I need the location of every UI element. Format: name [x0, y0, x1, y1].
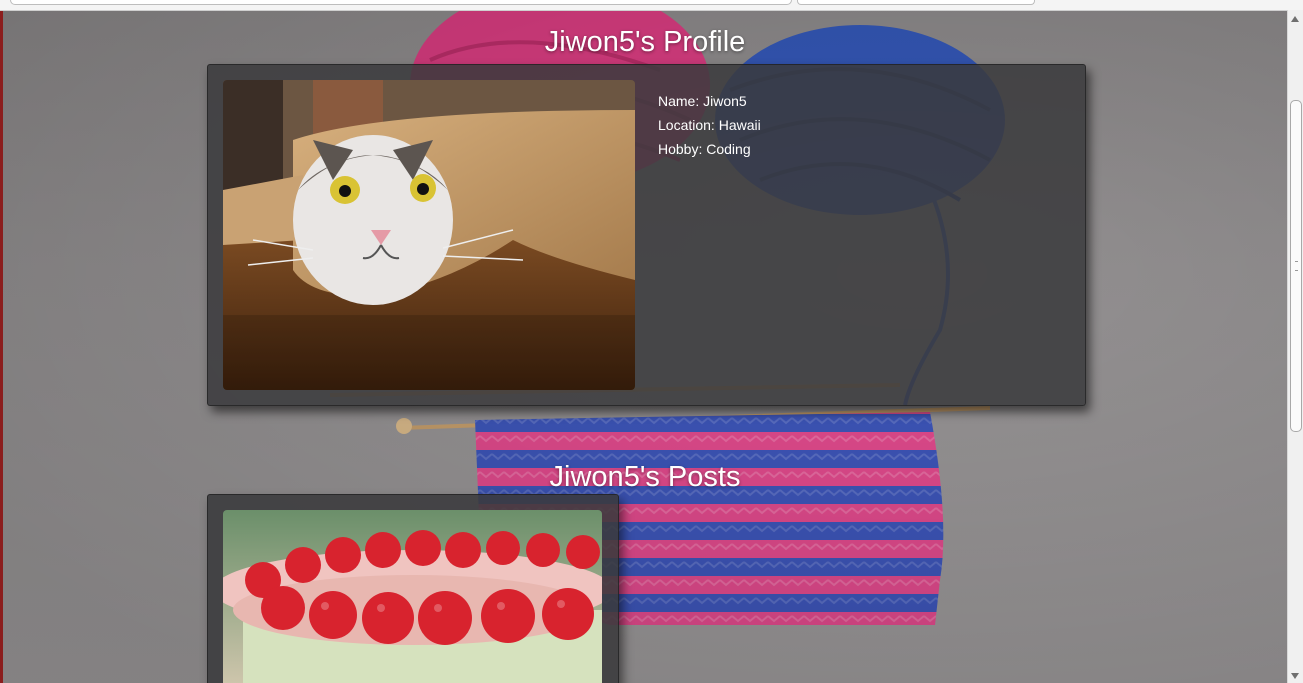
- page-scrollbar[interactable]: [1287, 10, 1303, 683]
- post-card[interactable]: [207, 494, 619, 683]
- post-photo[interactable]: [223, 510, 602, 683]
- scroll-down-icon[interactable]: [1291, 673, 1299, 679]
- address-bar[interactable]: [10, 0, 792, 5]
- profile-heading: Jiwon5's Profile: [544, 26, 746, 59]
- scrollbar-thumb[interactable]: [1290, 100, 1302, 432]
- profile-card: Name: Jiwon5 Location: Hawaii Hobby: Cod…: [207, 64, 1086, 406]
- posts-heading: Jiwon5's Posts: [549, 461, 741, 494]
- browser-search-field[interactable]: [797, 0, 1035, 5]
- scroll-up-icon[interactable]: [1291, 16, 1299, 22]
- profile-photo: [223, 80, 635, 390]
- profile-info: Name: Jiwon5 Location: Hawaii Hobby: Cod…: [658, 89, 761, 161]
- profile-location: Location: Hawaii: [658, 117, 761, 133]
- cat-in-paper-photo-icon: [223, 80, 635, 390]
- grip-icon: [1295, 261, 1298, 271]
- raspberry-cake-photo-icon: [223, 510, 602, 683]
- profile-hobby: Hobby: Coding: [658, 141, 751, 157]
- window-edge: [0, 10, 3, 683]
- browser-toolbar: [0, 0, 1303, 11]
- profile-name: Name: Jiwon5: [658, 93, 747, 109]
